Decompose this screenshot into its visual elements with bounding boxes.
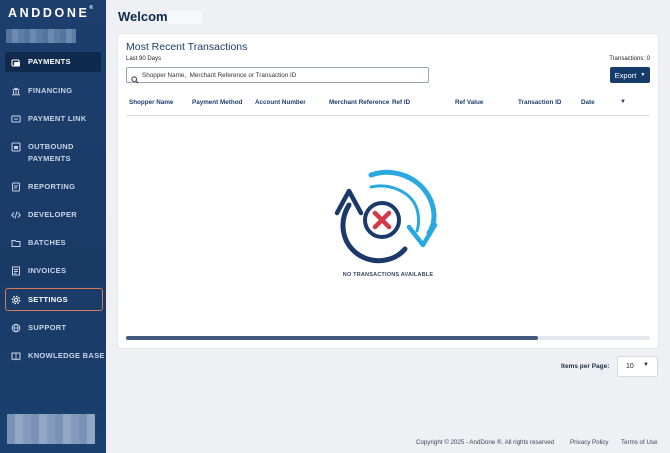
sidebar-item-label: BATCHES: [28, 238, 66, 247]
items-per-page-select[interactable]: 10 ▼: [617, 356, 658, 377]
sidebar: ANDDONE® PAYMENTS FINANCING PAYMENT LINK…: [0, 0, 106, 453]
scrollbar-thumb[interactable]: [126, 336, 538, 340]
sidebar-item-label: PAYMENT LINK: [28, 114, 87, 123]
empty-state-message: NO TRANSACTIONS AVAILABLE: [342, 272, 434, 278]
copyright-text: Copyright © 2025 - AndDone ®. All rights…: [416, 439, 555, 446]
sidebar-item-settings[interactable]: SETTINGS: [5, 288, 103, 311]
sidebar-item-invoices[interactable]: INVOICES: [0, 265, 106, 277]
column-header-transaction-id[interactable]: Transaction ID: [518, 99, 561, 106]
code-icon: [11, 210, 21, 220]
outbound-payments-icon: [11, 142, 21, 152]
sidebar-item-label: DEVELOPER: [28, 210, 77, 219]
sidebar-item-label: SETTINGS: [28, 294, 68, 304]
column-header-payment-method[interactable]: Payment Method: [192, 99, 242, 106]
privacy-policy-link[interactable]: Privacy Policy: [570, 439, 609, 446]
terms-of-use-link[interactable]: Terms of Use: [621, 439, 657, 446]
chevron-down-icon: ▼: [640, 72, 646, 78]
table-header: Shopper Name Payment Method Account Numb…: [126, 97, 650, 116]
no-transactions-illustration: [323, 169, 453, 269]
export-label: Export: [614, 70, 637, 80]
column-header-date[interactable]: Date: [581, 99, 595, 106]
globe-icon: [11, 323, 21, 333]
sidebar-item-outbound-payments[interactable]: OUTBOUND PAYMENTS: [0, 141, 106, 165]
column-header-shopper-name[interactable]: Shopper Name: [129, 99, 173, 106]
app-logo[interactable]: ANDDONE®: [8, 5, 93, 20]
payments-icon: [11, 58, 21, 68]
sidebar-item-developer[interactable]: DEVELOPER: [0, 209, 106, 221]
sidebar-item-support[interactable]: SUPPORT: [0, 322, 106, 334]
transactions-card: Most Recent Transactions Last 90 Days Tr…: [118, 34, 658, 348]
sidebar-item-payments[interactable]: PAYMENTS: [5, 52, 101, 72]
column-header-account-number[interactable]: Account Number: [255, 99, 306, 106]
folder-icon: [11, 238, 21, 248]
items-per-page-label: Items per Page:: [561, 363, 610, 370]
transaction-search[interactable]: [126, 67, 429, 84]
sidebar-item-payment-link[interactable]: PAYMENT LINK: [0, 113, 106, 125]
column-header-merchant-reference[interactable]: Merchant Reference: [329, 99, 389, 106]
date-range-label: Last 90 Days: [126, 56, 162, 62]
gear-icon: [11, 295, 21, 305]
sidebar-item-label: SUPPORT: [28, 323, 67, 332]
book-icon: [11, 351, 21, 361]
sidebar-item-label: PAYMENTS: [28, 57, 71, 66]
redacted-user-name: [168, 11, 202, 24]
sidebar-item-reporting[interactable]: REPORTING: [0, 181, 106, 193]
items-per-page-value: 10: [626, 363, 634, 370]
search-input[interactable]: [142, 71, 422, 79]
transactions-count: Transactions: 0: [609, 56, 650, 62]
sidebar-item-batches[interactable]: BATCHES: [0, 237, 106, 249]
sidebar-item-label: FINANCING: [28, 86, 73, 95]
sync-error-icon: [334, 169, 438, 264]
report-icon: [11, 182, 21, 192]
sidebar-item-label: INVOICES: [28, 266, 67, 275]
sidebar-item-label: REPORTING: [28, 182, 76, 191]
sidebar-item-label-line1: OUTBOUND: [28, 142, 74, 151]
sidebar-item-label-line2: PAYMENTS: [28, 154, 71, 163]
sidebar-item-label: KNOWLEDGE BASE: [28, 351, 105, 360]
card-title: Most Recent Transactions: [126, 41, 248, 53]
redacted-account-name: [6, 29, 76, 43]
column-header-ref-value[interactable]: Ref Value: [455, 99, 483, 106]
sidebar-item-knowledge-base[interactable]: KNOWLEDGE BASE: [0, 350, 106, 362]
sidebar-item-label: OUTBOUND PAYMENTS: [28, 141, 74, 165]
payment-link-icon: [11, 114, 21, 124]
export-button[interactable]: Export ▼: [610, 67, 650, 83]
horizontal-scrollbar[interactable]: [126, 336, 650, 340]
sidebar-item-financing[interactable]: FINANCING: [0, 85, 106, 97]
column-header-ref-id[interactable]: Ref ID: [392, 99, 410, 106]
bank-icon: [11, 86, 21, 96]
search-icon: [131, 71, 139, 84]
sort-desc-icon[interactable]: ▼: [620, 99, 626, 105]
invoice-icon: [11, 266, 21, 276]
redacted-user-profile[interactable]: [7, 414, 95, 444]
chevron-down-icon: ▼: [643, 362, 649, 368]
